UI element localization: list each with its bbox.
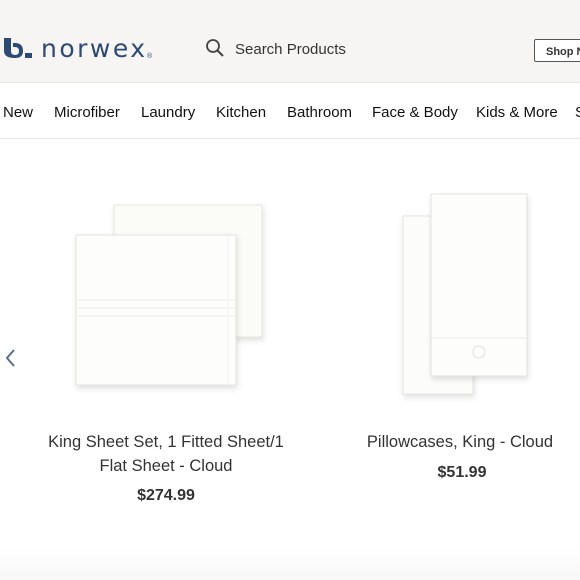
product-title-king-sheet-set[interactable]: King Sheet Set, 1 Fitted Sheet/1 Flat Sh… (40, 430, 292, 478)
product-price-pillowcases: $51.99 (437, 464, 487, 481)
logo-text: norwex (41, 34, 148, 63)
nav-item-kitchen[interactable]: Kitchen (216, 104, 266, 121)
nav-item-bathroom[interactable]: Bathroom (287, 104, 352, 121)
bottom-fade (0, 548, 580, 580)
product-title-line-1: King Sheet Set, 1 Fitted Sheet/1 (48, 433, 284, 451)
norwex-logo-icon (4, 38, 32, 58)
nav-item-microfiber[interactable]: Microfiber (54, 104, 120, 121)
product-title-line-2: Flat Sheet - Cloud (99, 457, 233, 475)
nav-item-overflow[interactable]: S (575, 104, 580, 121)
product-price-king-sheet-set: $274.99 (137, 487, 195, 504)
shop-now-button[interactable]: Shop N (534, 39, 580, 62)
search-icon[interactable] (205, 38, 225, 58)
top-header: norwex ® Search Products Shop N (0, 0, 580, 83)
nav-item-laundry[interactable]: Laundry (141, 104, 195, 121)
search-bar[interactable]: Search Products (205, 38, 346, 58)
category-nav: New Microfiber Laundry Kitchen Bathroom … (0, 82, 580, 139)
nav-item-face-body[interactable]: Face & Body (372, 104, 458, 121)
logo-registered-mark: ® (147, 53, 153, 60)
nav-item-kids-more[interactable]: Kids & More (476, 104, 558, 121)
chevron-left-icon[interactable] (4, 347, 18, 369)
pillowcases-image[interactable] (395, 188, 535, 403)
product-title-pillowcases[interactable]: Pillowcases, King - Cloud (340, 430, 580, 454)
search-input[interactable]: Search Products (235, 41, 346, 58)
nav-item-new[interactable]: New (3, 104, 33, 121)
king-sheet-set-image[interactable] (70, 195, 270, 395)
